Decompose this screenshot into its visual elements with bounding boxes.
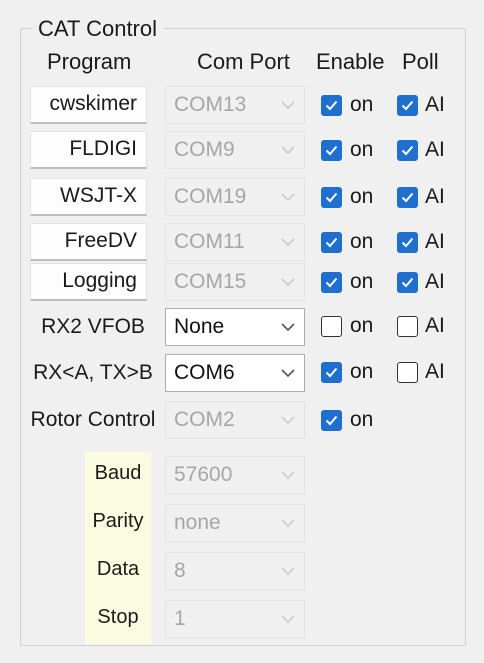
- program-4-poll-checkbox[interactable]: [397, 272, 418, 293]
- program-2-enable-checkbox[interactable]: [321, 187, 342, 208]
- checkmark-icon: [401, 192, 414, 203]
- program-3-poll-checkbox[interactable]: [397, 232, 418, 253]
- baud-label: Baud: [94, 462, 142, 484]
- program-3-enable-checkbox[interactable]: [321, 232, 342, 253]
- program-4-port-select[interactable]: COM15: [165, 263, 305, 301]
- rotor-enable-label: on: [350, 408, 374, 431]
- rxa-txb-port-select[interactable]: COM6: [165, 354, 305, 392]
- rx2-vfob-enable-checkbox[interactable]: [321, 316, 342, 337]
- rxa-txb-enable-checkbox[interactable]: [321, 362, 342, 383]
- program-4-enable-label: on: [350, 270, 374, 293]
- data-bits-select[interactable]: 8: [165, 552, 305, 590]
- checkmark-icon: [325, 192, 338, 203]
- program-1-enable-label: on: [350, 138, 374, 161]
- program-4-poll-label: AI: [425, 270, 445, 293]
- rotor-enable-checkbox[interactable]: [321, 410, 342, 431]
- chevron-down-icon: [281, 369, 295, 378]
- program-2-port-value: COM19: [174, 185, 247, 208]
- cat-control-panel: CAT Control Program Com Port Enable Poll…: [0, 0, 484, 663]
- rx2-vfob-port-value: None: [174, 315, 225, 338]
- chevron-down-icon: [281, 193, 295, 201]
- program-2-enable-label: on: [350, 185, 374, 208]
- program-3-port-select[interactable]: COM11: [165, 223, 305, 261]
- program-1-poll-checkbox[interactable]: [397, 140, 418, 161]
- rotor-port-value: COM2: [174, 408, 235, 431]
- program-1-port-value: COM9: [174, 138, 235, 161]
- stop-bits-select[interactable]: 1: [165, 600, 305, 638]
- chevron-down-icon: [281, 146, 295, 154]
- program-3-port-value: COM11: [174, 230, 245, 253]
- checkmark-icon: [325, 367, 338, 378]
- chevron-down-icon: [281, 471, 295, 479]
- group-title: CAT Control: [32, 16, 164, 42]
- rxa-txb-poll-checkbox[interactable]: [397, 362, 418, 383]
- baud-value: 57600: [174, 463, 233, 486]
- parity-value: none: [174, 511, 221, 534]
- rxa-txb-port-value: COM6: [174, 361, 235, 384]
- rx2-vfob-poll-label: AI: [425, 314, 445, 337]
- checkmark-icon: [325, 100, 338, 111]
- chevron-down-icon: [281, 519, 295, 527]
- program-1-port-select[interactable]: COM9: [165, 131, 305, 169]
- program-1-enable-checkbox[interactable]: [321, 140, 342, 161]
- checkmark-icon: [401, 237, 414, 248]
- rx2-vfob-poll-checkbox[interactable]: [397, 316, 418, 337]
- program-3-poll-label: AI: [425, 230, 445, 253]
- program-1-button[interactable]: FLDIGI: [30, 131, 147, 169]
- program-4-port-value: COM15: [174, 270, 247, 293]
- parity-label: Parity: [92, 510, 144, 532]
- checkmark-icon: [325, 145, 338, 156]
- program-0-port-select[interactable]: COM13: [165, 86, 305, 124]
- header-com-port: Com Port: [197, 49, 290, 74]
- rxa-txb-label: RX<A, TX>B: [33, 361, 153, 384]
- program-4-button[interactable]: Logging: [30, 263, 147, 301]
- header-enable: Enable: [316, 49, 385, 74]
- rx2-vfob-port-select[interactable]: None: [165, 308, 305, 346]
- program-0-poll-checkbox[interactable]: [397, 95, 418, 116]
- program-0-button[interactable]: cwskimer: [30, 86, 147, 124]
- stop-bits-value: 1: [174, 607, 186, 630]
- rotor-port-select[interactable]: COM2: [165, 401, 305, 439]
- rxa-txb-enable-label: on: [350, 360, 374, 383]
- program-2-port-select[interactable]: COM19: [165, 178, 305, 216]
- baud-select[interactable]: 57600: [165, 456, 305, 494]
- program-3-enable-label: on: [350, 230, 374, 253]
- rotor-control-label: Rotor Control: [30, 408, 156, 431]
- program-0-poll-label: AI: [425, 93, 445, 116]
- checkmark-icon: [325, 415, 338, 426]
- parity-select[interactable]: none: [165, 504, 305, 542]
- program-2-poll-label: AI: [425, 185, 445, 208]
- chevron-down-icon: [281, 323, 295, 332]
- checkmark-icon: [325, 237, 338, 248]
- chevron-down-icon: [281, 238, 295, 246]
- checkmark-icon: [401, 277, 414, 288]
- rx2-vfob-enable-label: on: [350, 314, 374, 337]
- data-label: Data: [96, 558, 140, 580]
- program-0-enable-checkbox[interactable]: [321, 95, 342, 116]
- chevron-down-icon: [281, 278, 295, 286]
- program-0-enable-label: on: [350, 93, 374, 116]
- header-poll: Poll: [402, 49, 439, 74]
- program-2-button[interactable]: WSJT-X: [30, 178, 147, 216]
- program-2-poll-checkbox[interactable]: [397, 187, 418, 208]
- program-4-enable-checkbox[interactable]: [321, 272, 342, 293]
- chevron-down-icon: [281, 416, 295, 424]
- data-bits-value: 8: [174, 559, 186, 582]
- checkmark-icon: [401, 145, 414, 156]
- program-3-button[interactable]: FreeDV: [30, 223, 147, 261]
- rx2-vfob-label: RX2 VFOB: [41, 315, 145, 338]
- program-0-port-value: COM13: [174, 93, 247, 116]
- chevron-down-icon: [281, 615, 295, 623]
- program-1-poll-label: AI: [425, 138, 445, 161]
- checkmark-icon: [325, 277, 338, 288]
- chevron-down-icon: [281, 101, 295, 109]
- rxa-txb-poll-label: AI: [425, 360, 445, 383]
- stop-label: Stop: [97, 606, 139, 628]
- header-program: Program: [47, 49, 132, 74]
- chevron-down-icon: [281, 567, 295, 575]
- checkmark-icon: [401, 100, 414, 111]
